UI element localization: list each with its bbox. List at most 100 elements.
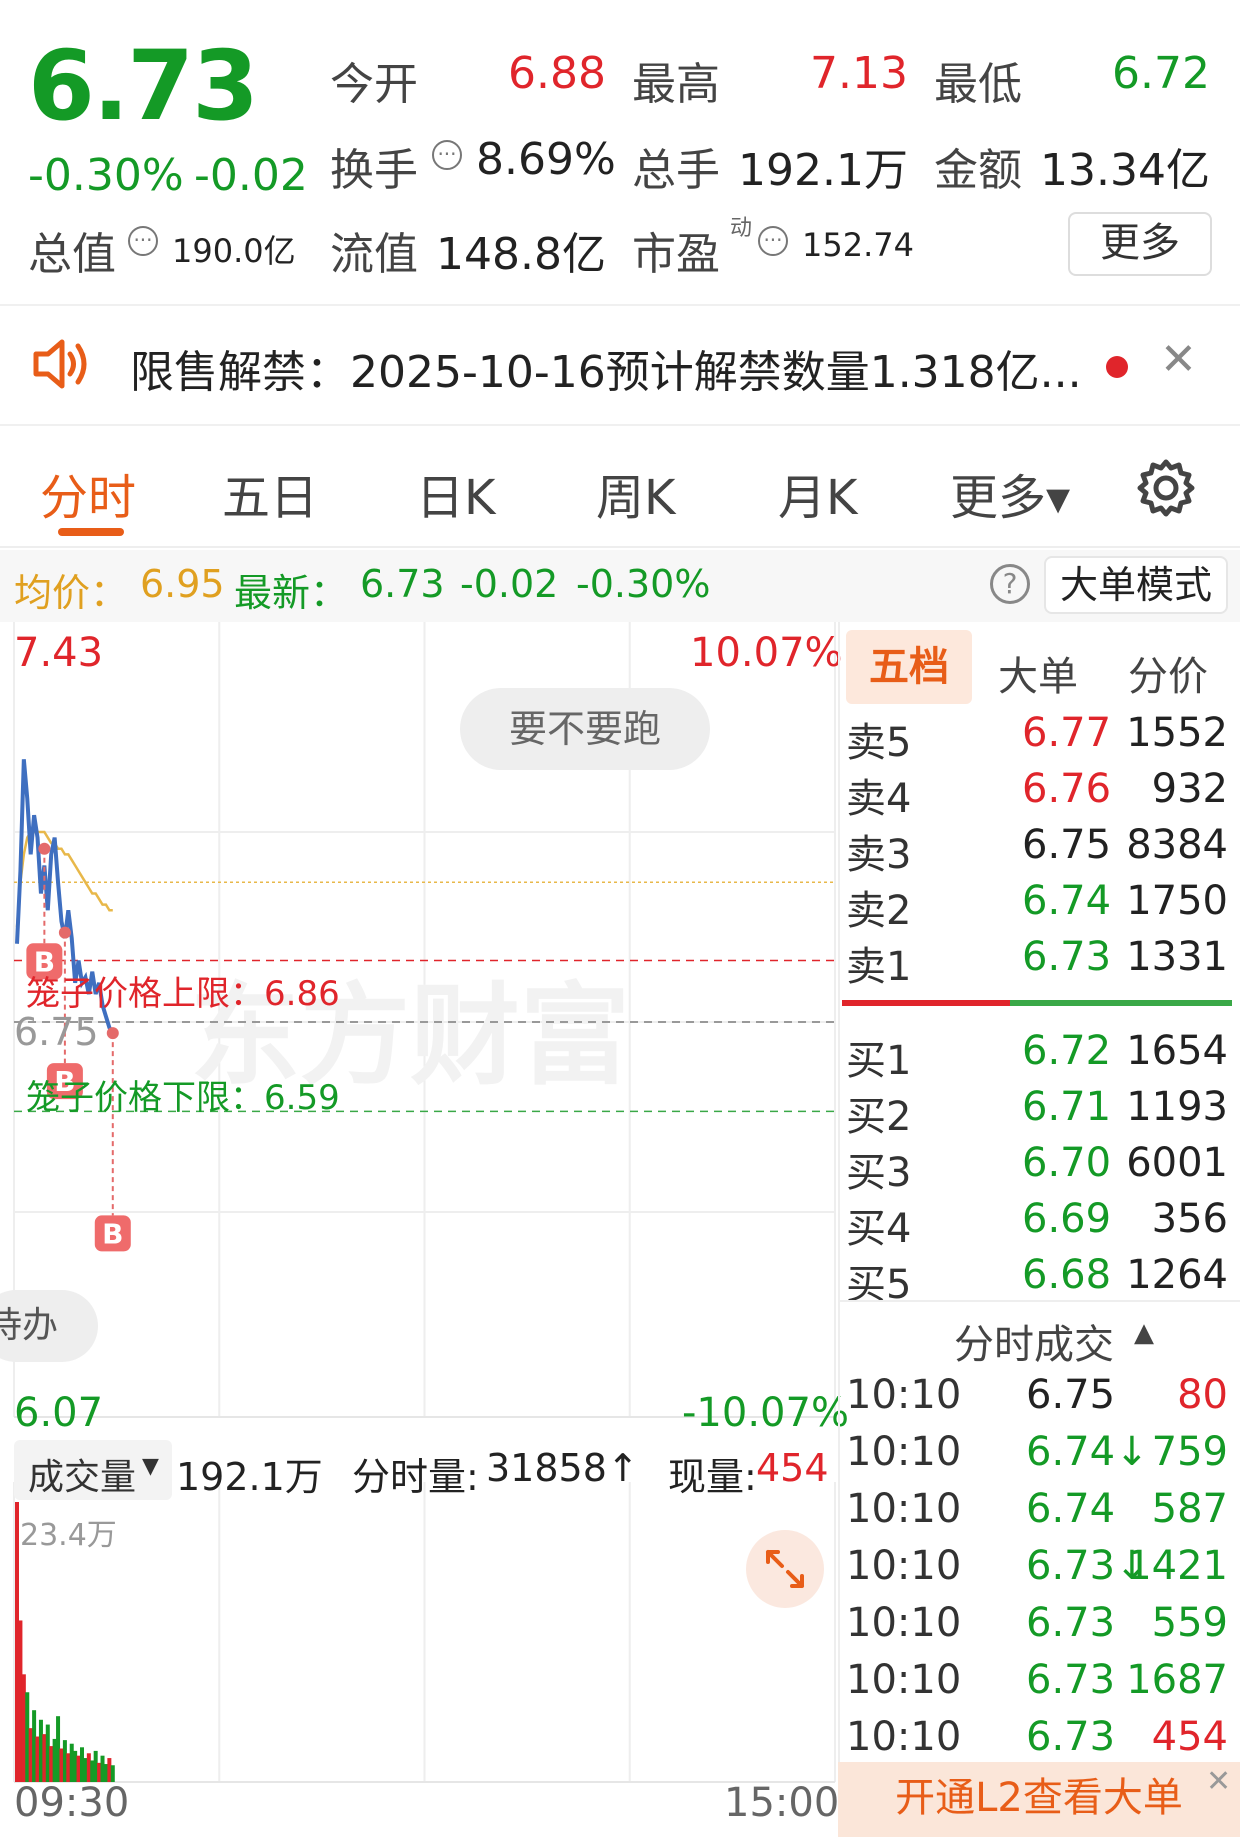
ask-level-price: 6.77 — [1022, 710, 1112, 756]
todo-side-pill[interactable]: 待办 — [0, 1290, 98, 1362]
tick-volume: 454 — [1151, 1714, 1228, 1760]
volume-bar — [66, 1753, 71, 1782]
latest-label: 最新： — [234, 571, 349, 615]
low-value: 6.72 — [1112, 48, 1210, 99]
speaker-icon — [30, 336, 94, 396]
chart-grid — [13, 622, 836, 1783]
bid-level-price: 6.71 — [1022, 1084, 1112, 1130]
tick-time: 10:10 — [846, 1372, 962, 1418]
volume-bar — [42, 1734, 47, 1782]
pe-info-icon[interactable]: ··· — [758, 226, 788, 256]
axis-bottom-price: 6.07 — [14, 1390, 104, 1436]
tab-daily-k[interactable]: 日K — [416, 458, 495, 528]
bid-level-label: 买2 — [846, 1094, 912, 1140]
axis-mid-price: 6.75 — [14, 1010, 99, 1054]
expand-icon[interactable] — [746, 1530, 824, 1608]
latest-change: -0.02 — [460, 562, 559, 606]
mktcap-info-icon[interactable]: ··· — [128, 226, 158, 256]
volume-bar — [62, 1740, 67, 1782]
volume-total: 192.1万 — [176, 1455, 323, 1499]
buy-pressure-bar — [1010, 1000, 1232, 1006]
volume-bar — [32, 1710, 37, 1782]
ask-level-label: 卖1 — [846, 944, 912, 990]
settings-gear-icon[interactable] — [1134, 456, 1198, 524]
tab-fenshi[interactable]: 分时 — [40, 458, 136, 528]
more-button[interactable]: 更多 — [1068, 212, 1212, 276]
ask-level-price: 6.73 — [1022, 934, 1112, 980]
fenshi-volume-value: 31858↑ — [486, 1446, 639, 1490]
tick-time: 10:10 — [846, 1600, 962, 1646]
tab-more[interactable]: 更多▾ — [950, 458, 1070, 528]
ticks-title[interactable]: 分时成交 — [954, 1312, 1114, 1370]
latest-change-pct: -0.30% — [576, 562, 711, 606]
tick-time: 10:10 — [846, 1429, 962, 1475]
bid-level-label: 买3 — [846, 1150, 912, 1196]
volume-bar — [90, 1760, 95, 1782]
l2-upgrade-banner[interactable]: 开通L2查看大单 — [838, 1762, 1240, 1837]
tick-price: 6.75 — [1026, 1372, 1116, 1418]
orderbook-tab-big-order[interactable]: 大单 — [998, 644, 1078, 702]
volume-bar — [45, 1724, 50, 1782]
mktcap-label: 总值 — [28, 229, 116, 280]
turnover-value: 8.69% — [476, 134, 616, 185]
tick-price: 6.74 — [1026, 1486, 1116, 1532]
buy-point-dot — [38, 842, 51, 855]
ticks-divider — [838, 1300, 1240, 1302]
change-amount: -0.02 — [194, 150, 308, 201]
unread-dot — [1106, 356, 1128, 378]
intraday-chart[interactable]: 东方财富 BBB — [0, 622, 838, 1837]
tab-five-day[interactable]: 五日 — [222, 458, 318, 528]
pe-label: 市盈 — [632, 229, 720, 280]
axis-top-price: 7.43 — [14, 630, 104, 676]
big-order-mode-button[interactable]: 大单模式 — [1044, 556, 1228, 614]
time-axis-end: 15:00 — [724, 1780, 840, 1826]
tick-price: 6.73 — [1026, 1600, 1116, 1646]
volume-bar — [69, 1743, 74, 1782]
bid-level-volume: 356 — [1151, 1196, 1228, 1242]
ask-level-price: 6.76 — [1022, 766, 1112, 812]
low-label: 最低 — [934, 59, 1022, 110]
bid-level-volume: 1264 — [1126, 1252, 1228, 1298]
tick-volume: 1421 — [1126, 1543, 1228, 1589]
ask-level-volume: 8384 — [1126, 822, 1228, 868]
axis-bottom-pct: -10.07% — [682, 1390, 849, 1436]
volume-bar — [18, 1620, 23, 1782]
volume-bar — [73, 1750, 78, 1782]
open-value: 6.88 — [508, 48, 606, 99]
help-icon[interactable]: ? — [990, 564, 1030, 604]
orderbook-tab-price-dist[interactable]: 分价 — [1128, 644, 1208, 702]
pe-value: 152.74 — [802, 226, 914, 264]
volume-bar — [35, 1736, 40, 1782]
ask-level-label: 卖2 — [846, 888, 912, 934]
chevron-down-icon: ▼ — [142, 1454, 159, 1479]
volume-bar — [100, 1755, 105, 1782]
bid-level-price: 6.68 — [1022, 1252, 1112, 1298]
notice-bar[interactable]: 限售解禁：2025-10-16预计解禁数量1.318亿... ✕ — [0, 304, 1240, 426]
tick-volume: 559 — [1151, 1600, 1228, 1646]
volume-indicator-select[interactable]: 成交量 ▼ — [14, 1440, 172, 1500]
float-label: 流值 — [330, 229, 418, 280]
orderbook-tab-five-level[interactable]: 五档 — [846, 630, 972, 704]
volume-bar — [86, 1753, 91, 1782]
tick-price: 6.73 — [1026, 1714, 1116, 1760]
bid-level-label: 买4 — [846, 1206, 912, 1252]
volume-bar — [83, 1758, 88, 1782]
buy-marker-label: B — [102, 1217, 123, 1250]
buy-point-dot — [106, 1027, 119, 1040]
close-icon[interactable]: ✕ — [1160, 334, 1197, 385]
notice-text: 限售解禁：2025-10-16预计解禁数量1.318亿... — [130, 347, 1082, 398]
caret-up-icon[interactable]: ▲ — [1134, 1318, 1154, 1348]
tick-time: 10:10 — [846, 1543, 962, 1589]
run-prompt-pill[interactable]: 要不要跑 — [460, 688, 710, 770]
todo-side-pill-label: 待办 — [0, 1305, 58, 1346]
tab-weekly-k[interactable]: 周K — [596, 458, 675, 528]
amount-value: 13.34亿 — [1040, 145, 1210, 196]
tick-time: 10:10 — [846, 1714, 962, 1760]
bid-level-price: 6.72 — [1022, 1028, 1112, 1074]
tick-price: 6.73 — [1026, 1657, 1116, 1703]
tick-volume: 80 — [1177, 1372, 1228, 1418]
banner-close-icon[interactable]: ✕ — [1206, 1764, 1231, 1799]
volume-max-label: 23.4万 — [20, 1518, 117, 1553]
tab-monthly-k[interactable]: 月K — [778, 458, 857, 528]
turnover-info-icon[interactable]: ··· — [432, 140, 462, 170]
